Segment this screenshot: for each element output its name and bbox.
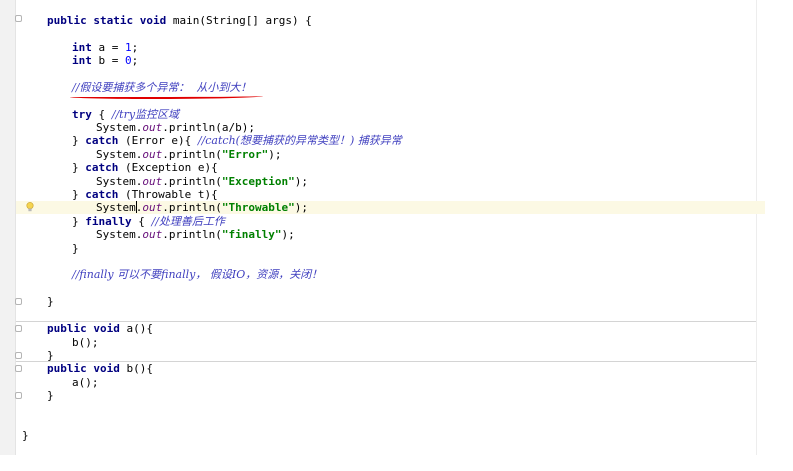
code-line-print-error: System.out.println("Error"); — [96, 148, 281, 161]
number-token: 1 — [125, 41, 132, 54]
code-token: } — [72, 188, 86, 201]
keyword-token: catch — [85, 161, 119, 174]
code-line-close-b: } — [47, 389, 54, 402]
code-token: .println( — [162, 175, 222, 188]
code-line-close-finally: } — [72, 242, 79, 255]
code-token: } — [47, 389, 54, 402]
right-margin-guide — [756, 0, 757, 455]
code-token: .println( — [162, 148, 222, 161]
comment-token: //try监控区域 — [111, 108, 180, 121]
code-token: (Exception e){ — [118, 161, 218, 174]
code-token: b = — [91, 54, 125, 67]
keyword-token: public static void — [47, 14, 167, 27]
keyword-token: try — [72, 108, 92, 121]
keyword-token: catch — [85, 134, 119, 147]
code-line-close-class: } — [22, 429, 29, 442]
code-token: System. — [96, 121, 143, 134]
code-token: b(); — [72, 336, 99, 349]
code-token: ); — [268, 148, 282, 161]
code-token: } — [72, 134, 86, 147]
code-token: System. — [96, 148, 143, 161]
code-line-note-comment: //假设要捕获多个异常： 从小到大！ — [72, 81, 251, 94]
field-token: out — [142, 121, 163, 134]
fold-marker-icon[interactable] — [15, 352, 22, 359]
code-token: ); — [294, 201, 308, 214]
code-token: (Throwable t){ — [118, 188, 218, 201]
gutter-divider — [15, 0, 16, 455]
code-line-decl-b: int b = 0; — [72, 54, 138, 67]
code-token: System. — [96, 228, 143, 241]
code-line-finally: } finally { //处理善后工作 — [72, 215, 225, 228]
string-token: "Error" — [221, 148, 269, 161]
red-annotation-underline — [70, 94, 263, 99]
code-token: .println( — [162, 228, 222, 241]
code-line-call-a: a(); — [72, 376, 99, 389]
code-token: ); — [294, 175, 308, 188]
code-token: System — [96, 201, 136, 214]
code-token: ; — [131, 54, 139, 67]
code-line-print-finally: System.out.println("finally"); — [96, 228, 295, 241]
number-token: 0 — [125, 54, 132, 67]
code-line-call-b: b(); — [72, 336, 99, 349]
code-line-close-main: } — [47, 295, 54, 308]
string-token: "Throwable" — [221, 201, 295, 214]
code-token: a = — [91, 41, 125, 54]
code-token: } — [72, 242, 79, 255]
lightbulb-icon[interactable] — [26, 202, 34, 212]
string-token: "Exception" — [221, 175, 295, 188]
keyword-token: finally — [85, 215, 132, 228]
code-token: (Error e){ — [118, 134, 198, 147]
code-token: } — [47, 349, 54, 362]
code-token: main(String[] args) { — [166, 14, 312, 27]
code-token: } — [72, 161, 86, 174]
code-line-a-signature: public void a(){ — [47, 322, 153, 335]
code-line-b-signature: public void b(){ — [47, 362, 153, 375]
string-token: "finally" — [221, 228, 282, 241]
keyword-token: int — [72, 41, 92, 54]
editor-gutter[interactable] — [0, 0, 15, 455]
comment-token: //处理善后工作 — [151, 215, 225, 228]
code-line-main-signature: public static void main(String[] args) { — [47, 14, 312, 27]
field-token: out — [142, 201, 163, 214]
code-line-close-a: } — [47, 349, 54, 362]
code-token: } — [47, 295, 54, 308]
fold-marker-icon[interactable] — [15, 15, 22, 22]
code-line-try: try { //try监控区域 — [72, 108, 179, 121]
code-line-decl-a: int a = 1; — [72, 41, 138, 54]
code-token: b(){ — [119, 362, 153, 375]
code-token: .println( — [162, 201, 222, 214]
fold-marker-icon[interactable] — [15, 392, 22, 399]
fold-marker-icon[interactable] — [15, 325, 22, 332]
code-line-catch-error: } catch (Error e){ //catch(想要捕获的异常类型！) 捕… — [72, 134, 402, 147]
field-token: out — [142, 148, 163, 161]
code-line-print-throwable: System.out.println("Throwable"); — [96, 201, 308, 214]
keyword-token: catch — [85, 188, 119, 201]
code-token: ; — [131, 41, 139, 54]
keyword-token: public void — [47, 322, 120, 335]
code-line-finally-note: //finally 可以不要finally， 假设IO，资源，关闭！ — [72, 268, 322, 281]
code-token: { — [131, 215, 152, 228]
code-token: .println(a/b); — [162, 121, 255, 134]
code-line-print-exception: System.out.println("Exception"); — [96, 175, 308, 188]
keyword-token: int — [72, 54, 92, 67]
code-token: System. — [96, 175, 143, 188]
comment-token: //catch(想要捕获的异常类型！) 捕获异常 — [197, 134, 402, 147]
comment-token: //finally 可以不要finally， 假设IO，资源，关闭！ — [72, 268, 323, 281]
code-line-catch-throwable: } catch (Throwable t){ — [72, 188, 218, 201]
field-token: out — [142, 175, 163, 188]
code-token: a(){ — [119, 322, 153, 335]
code-token: ); — [281, 228, 295, 241]
code-line-print-ab: System.out.println(a/b); — [96, 121, 255, 134]
code-token: } — [22, 429, 29, 442]
code-line-catch-exception: } catch (Exception e){ — [72, 161, 218, 174]
comment-token: //假设要捕获多个异常： 从小到大！ — [72, 81, 252, 94]
fold-marker-icon[interactable] — [15, 365, 22, 372]
keyword-token: public void — [47, 362, 120, 375]
fold-marker-icon[interactable] — [15, 298, 22, 305]
field-token: out — [142, 228, 163, 241]
code-token: a(); — [72, 376, 99, 389]
code-token: } — [72, 215, 86, 228]
code-editor[interactable]: public static void main(String[] args) {… — [0, 0, 793, 471]
code-token: { — [91, 108, 112, 121]
